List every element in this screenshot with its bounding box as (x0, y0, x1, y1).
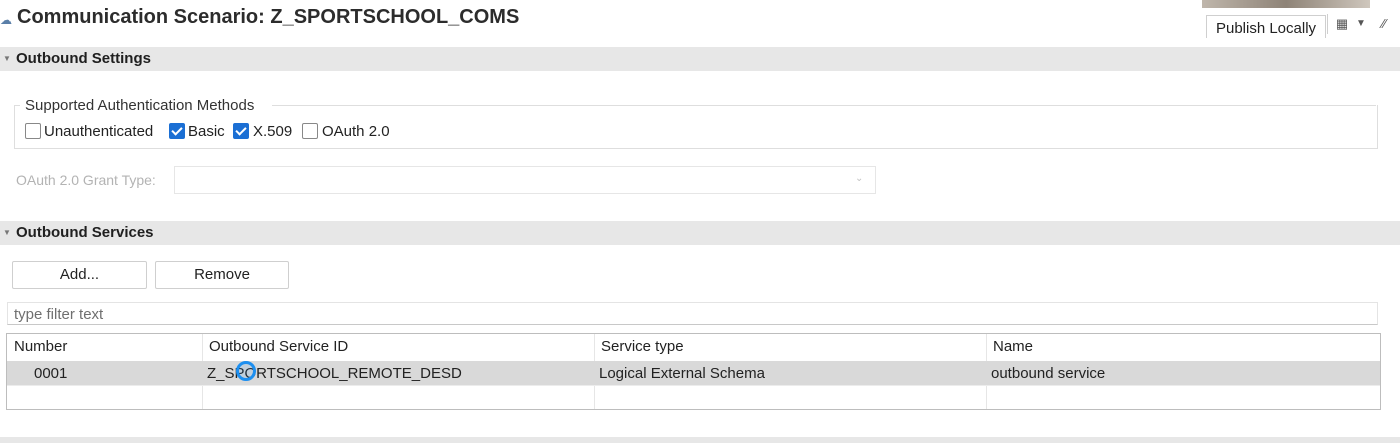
section-title: Outbound Settings (16, 50, 151, 67)
column-header-number[interactable]: Number (14, 338, 67, 355)
oauth2-label: OAuth 2.0 (322, 123, 390, 140)
next-section-bar[interactable] (0, 437, 1400, 443)
grant-type-select[interactable] (174, 166, 876, 194)
grant-type-label: OAuth 2.0 Grant Type: (16, 172, 156, 188)
row-divider (7, 385, 1380, 386)
outbound-services-table: Number Outbound Service ID Service type … (6, 333, 1381, 410)
basic-checkbox[interactable] (169, 123, 185, 139)
cell-number: 0001 (34, 365, 68, 382)
publish-locally-button[interactable]: Publish Locally (1206, 15, 1326, 38)
add-button[interactable]: Add... (12, 261, 147, 289)
section-title: Outbound Services (16, 224, 154, 241)
x509-checkbox[interactable] (233, 123, 249, 139)
scenario-icon: ☁ (0, 13, 12, 27)
filter-input[interactable]: type filter text (7, 302, 1378, 325)
unauthenticated-checkbox[interactable] (25, 123, 41, 139)
outbound-settings-section[interactable]: ▼ Outbound Settings (0, 47, 1400, 71)
transport-icon[interactable]: ▦ (1333, 14, 1351, 34)
auth-methods-label: Supported Authentication Methods (25, 97, 255, 114)
avatar (1202, 0, 1370, 8)
chevron-down-icon[interactable]: ▼ (1354, 14, 1368, 34)
oauth2-checkbox[interactable] (302, 123, 318, 139)
x509-label: X.509 (253, 123, 293, 140)
collapse-arrow-icon[interactable]: ▼ (3, 221, 13, 245)
remove-button[interactable]: Remove (155, 261, 289, 289)
page-title: Communication Scenario: Z_SPORTSCHOOL_CO… (17, 6, 520, 28)
column-header-service-type[interactable]: Service type (601, 338, 684, 355)
outbound-services-section[interactable]: ▼ Outbound Services (0, 221, 1400, 245)
collapse-arrow-icon[interactable]: ▼ (3, 47, 13, 71)
column-header-service-id[interactable]: Outbound Service ID (209, 338, 348, 355)
cell-service-type: Logical External Schema (599, 365, 765, 382)
toolbar-separator (1327, 14, 1328, 34)
unauthenticated-label: Unauthenticated (44, 123, 154, 140)
chevron-down-icon: ⌄ (855, 173, 864, 184)
collapse-icon[interactable]: ∕∕ (1374, 14, 1394, 34)
column-header-name[interactable]: Name (993, 338, 1033, 355)
cell-name: outbound service (991, 365, 1106, 382)
group-border (272, 105, 1376, 106)
basic-label: Basic (188, 123, 225, 140)
group-border (14, 105, 20, 106)
mouse-cursor-icon (236, 361, 256, 381)
